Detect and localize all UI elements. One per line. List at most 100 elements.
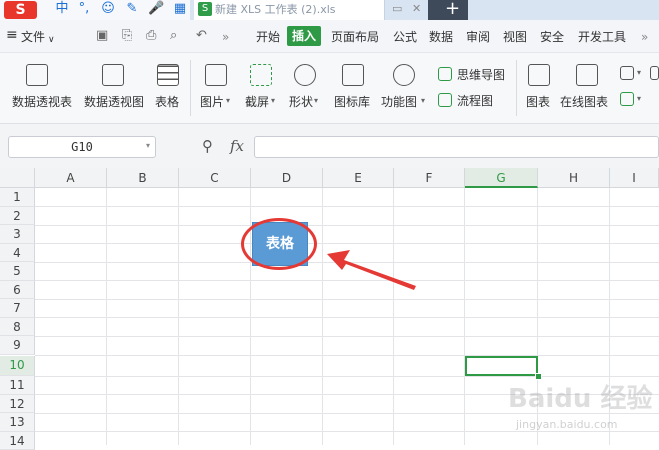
pivot-chart-button[interactable] bbox=[102, 64, 124, 86]
function-chart-label[interactable]: 功能图 bbox=[381, 93, 417, 110]
tab-page-layout[interactable]: 页面布局 bbox=[331, 29, 379, 45]
column-header-e[interactable]: E bbox=[323, 168, 394, 188]
tab-insert[interactable]: 插入 bbox=[287, 26, 321, 46]
shape-label[interactable]: 形状 bbox=[289, 93, 313, 110]
picture-label[interactable]: 图片 bbox=[200, 93, 224, 110]
more-quick-actions[interactable]: » bbox=[222, 29, 229, 45]
picture-button[interactable] bbox=[205, 64, 227, 86]
row-header-2[interactable]: 2 bbox=[0, 207, 35, 226]
row-header-6[interactable]: 6 bbox=[0, 281, 35, 300]
tab-data[interactable]: 数据 bbox=[429, 29, 453, 45]
gridline bbox=[35, 225, 659, 226]
online-chart-icon bbox=[576, 64, 598, 86]
row-header-9[interactable]: 9 bbox=[0, 336, 35, 355]
name-box-dropdown-icon[interactable]: ▾ bbox=[146, 141, 150, 150]
screenshot-label[interactable]: 截屏 bbox=[245, 93, 269, 110]
flow-chart-button[interactable] bbox=[438, 93, 452, 107]
column-header-i[interactable]: I bbox=[610, 168, 659, 188]
row-header-11[interactable]: 11 bbox=[0, 376, 35, 395]
ime-toolbox-icon[interactable]: ▦ bbox=[172, 1, 188, 17]
ime-voice-icon[interactable]: 🎤 bbox=[148, 1, 164, 17]
icon-library-button[interactable] bbox=[342, 64, 364, 86]
more-tabs[interactable]: » bbox=[641, 29, 648, 45]
mind-map-label[interactable]: 思维导图 bbox=[457, 66, 505, 83]
ime-handwrite-icon[interactable]: ✎ bbox=[124, 1, 140, 17]
ime-punctuation-icon[interactable]: °, bbox=[76, 1, 92, 17]
tab-screen-icon[interactable]: ▭ bbox=[392, 2, 402, 15]
ribbon-separator bbox=[516, 60, 517, 116]
extra-chart-button[interactable] bbox=[650, 66, 659, 80]
name-box[interactable]: G10 bbox=[8, 136, 156, 158]
hamburger-menu-icon[interactable]: ≡ bbox=[6, 27, 18, 43]
tab-home[interactable]: 开始 bbox=[256, 29, 280, 45]
row-header-1[interactable]: 1 bbox=[0, 188, 35, 207]
function-chart-dropdown-icon[interactable]: ▾ bbox=[421, 96, 425, 105]
tab-view[interactable]: 视图 bbox=[503, 29, 527, 45]
pivot-table-button[interactable] bbox=[26, 64, 48, 86]
check-chart-button[interactable] bbox=[620, 92, 634, 106]
screenshot-dropdown-icon[interactable]: ▾ bbox=[271, 96, 275, 105]
chart-label[interactable]: 图表 bbox=[526, 93, 550, 110]
column-header-g[interactable]: G bbox=[465, 168, 538, 188]
row-header-10[interactable]: 10 bbox=[0, 356, 35, 376]
column-header-h[interactable]: H bbox=[538, 168, 610, 188]
mind-map-button[interactable] bbox=[438, 67, 452, 81]
zoom-search-icon[interactable]: ⚲ bbox=[202, 137, 213, 155]
print-preview-icon[interactable]: ⌕ bbox=[170, 28, 177, 43]
check-chart-dropdown-icon[interactable]: ▾ bbox=[637, 94, 641, 103]
tab-close-icon[interactable]: ✕ bbox=[412, 2, 421, 15]
row-header-8[interactable]: 8 bbox=[0, 318, 35, 337]
formula-input[interactable] bbox=[254, 136, 659, 158]
new-tab-icon[interactable]: + bbox=[445, 0, 460, 19]
output-pdf-icon[interactable]: ⎘ bbox=[122, 28, 132, 43]
row-header-14[interactable]: 14 bbox=[0, 432, 35, 450]
column-chart-dropdown-icon[interactable]: ▾ bbox=[637, 68, 641, 77]
extra-chart-icon bbox=[650, 66, 659, 80]
picture-dropdown-icon[interactable]: ▾ bbox=[226, 96, 230, 105]
online-chart-label[interactable]: 在线图表 bbox=[560, 93, 608, 110]
gridline bbox=[35, 336, 659, 337]
sogou-ime-logo[interactable]: S bbox=[4, 1, 37, 19]
tab-formulas[interactable]: 公式 bbox=[393, 29, 417, 45]
row-header-5[interactable]: 5 bbox=[0, 262, 35, 281]
selected-cell-g10[interactable] bbox=[465, 356, 538, 376]
icon-library-label[interactable]: 图标库 bbox=[334, 93, 370, 110]
select-all-corner[interactable] bbox=[0, 168, 35, 188]
chart-button[interactable] bbox=[528, 64, 550, 86]
ime-chinese-mode-icon[interactable]: 中 bbox=[54, 1, 70, 17]
column-chart-button[interactable] bbox=[620, 66, 634, 80]
tab-review[interactable]: 审阅 bbox=[466, 29, 490, 45]
column-header-d[interactable]: D bbox=[251, 168, 323, 188]
row-header-4[interactable]: 4 bbox=[0, 244, 35, 263]
row-header-13[interactable]: 13 bbox=[0, 413, 35, 432]
file-menu-chevron-icon[interactable]: ∨ bbox=[48, 32, 55, 48]
flow-chart-label[interactable]: 流程图 bbox=[457, 92, 493, 109]
file-menu[interactable]: 文件 bbox=[21, 29, 45, 45]
table-label[interactable]: 表格 bbox=[155, 93, 179, 110]
print-icon[interactable]: ⎙ bbox=[146, 28, 156, 43]
shape-dropdown-icon[interactable]: ▾ bbox=[314, 96, 318, 105]
function-chart-button[interactable] bbox=[393, 64, 415, 86]
undo-icon[interactable]: ↶ bbox=[196, 28, 207, 43]
shape-button[interactable] bbox=[294, 64, 316, 86]
column-header-a[interactable]: A bbox=[35, 168, 107, 188]
ribbon-insert bbox=[0, 53, 659, 124]
ime-emoji-icon[interactable]: ☺ bbox=[100, 1, 116, 17]
pivot-table-label[interactable]: 数据透视表 bbox=[12, 93, 72, 110]
row-header-12[interactable]: 12 bbox=[0, 395, 35, 414]
online-chart-button[interactable] bbox=[576, 64, 598, 86]
row-header-3[interactable]: 3 bbox=[0, 225, 35, 244]
row-header-7[interactable]: 7 bbox=[0, 299, 35, 318]
column-header-c[interactable]: C bbox=[179, 168, 251, 188]
column-header-f[interactable]: F bbox=[394, 168, 465, 188]
tab-developer[interactable]: 开发工具 bbox=[578, 29, 626, 45]
insert-function-icon[interactable]: fx bbox=[230, 137, 244, 155]
save-icon[interactable]: ▣ bbox=[96, 28, 108, 43]
pivot-chart-label[interactable]: 数据透视图 bbox=[84, 93, 144, 110]
table-button[interactable] bbox=[157, 64, 179, 86]
tab-security[interactable]: 安全 bbox=[540, 29, 564, 45]
column-header-b[interactable]: B bbox=[107, 168, 179, 188]
watermark-url: jingyan.baidu.com bbox=[516, 418, 618, 431]
screenshot-icon bbox=[250, 64, 272, 86]
screenshot-button[interactable] bbox=[250, 64, 272, 86]
